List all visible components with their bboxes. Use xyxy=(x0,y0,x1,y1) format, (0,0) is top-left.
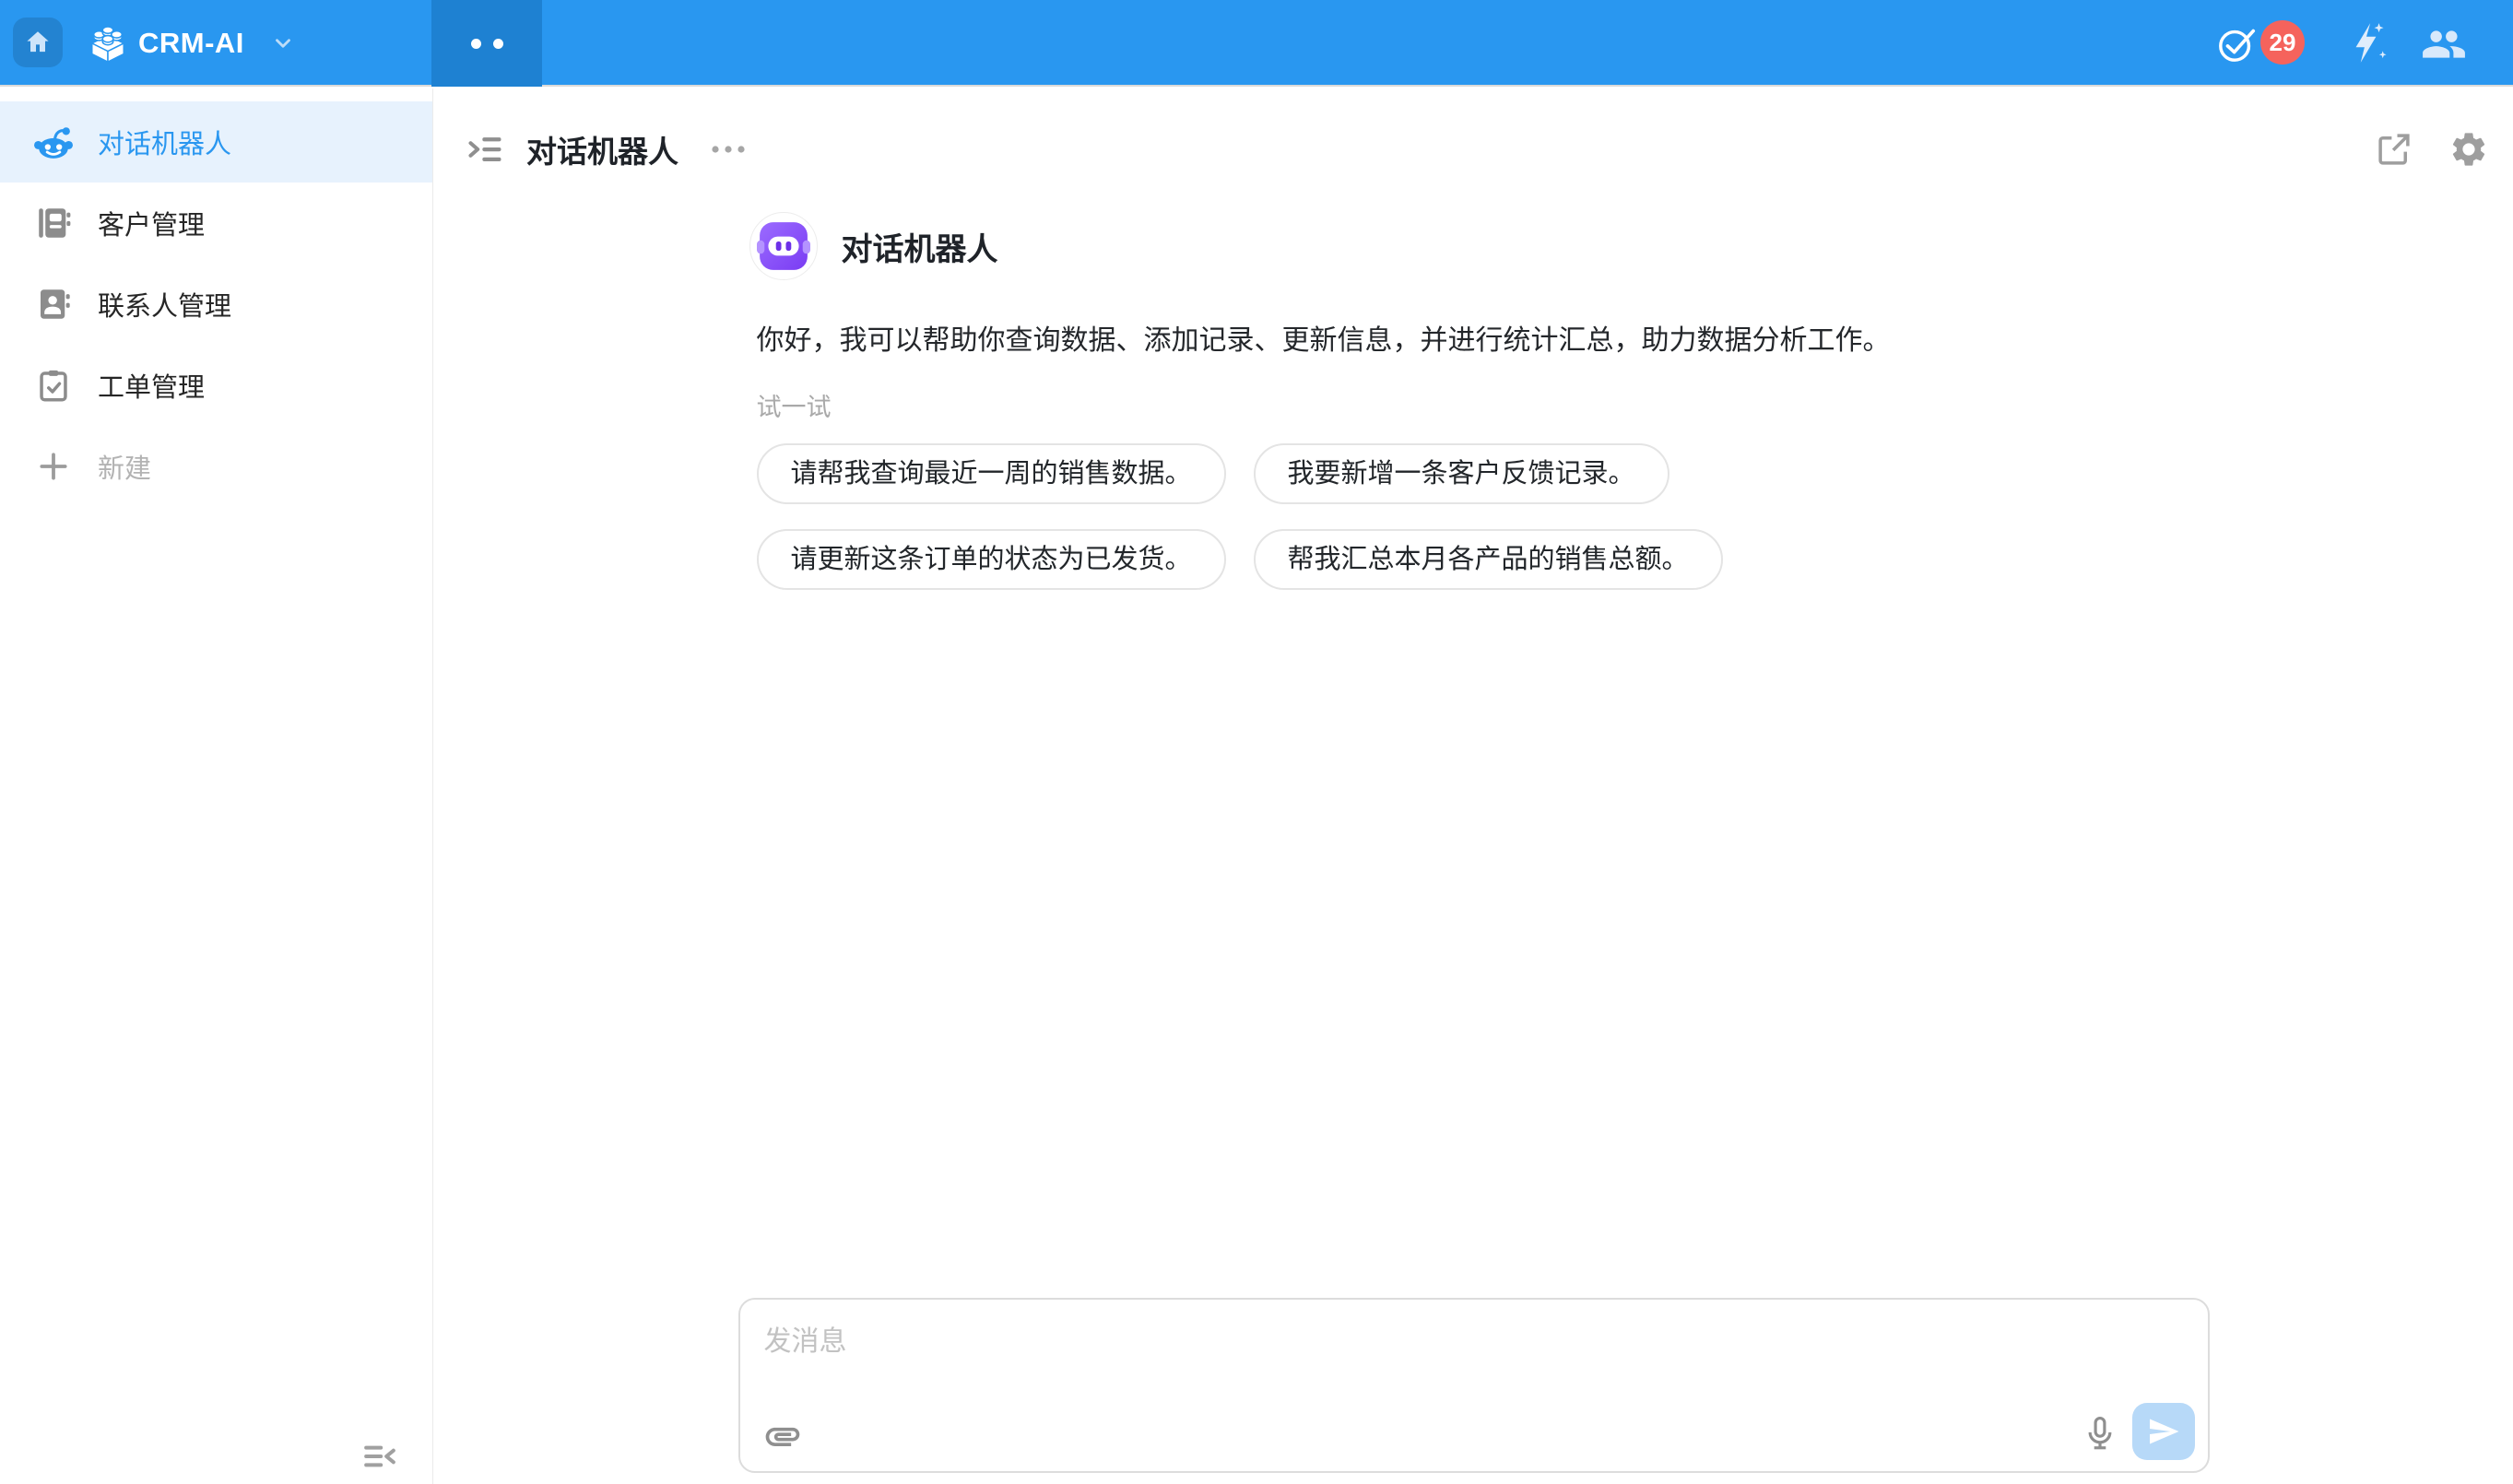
home-icon xyxy=(23,28,53,57)
more-icon[interactable] xyxy=(710,143,747,156)
sidebar-item-label: 对话机器人 xyxy=(98,123,231,161)
outline-list-icon[interactable] xyxy=(466,129,506,170)
suggestion-list: 请帮我查询最近一周的销售数据。 我要新增一条客户反馈记录。 请更新这条订单的状态… xyxy=(738,443,2140,590)
try-label: 试一试 xyxy=(738,387,2210,423)
plus-icon xyxy=(33,446,74,487)
ticket-clipboard-icon xyxy=(33,365,74,406)
microphone-icon[interactable] xyxy=(2081,1410,2119,1456)
bot-avatar xyxy=(749,212,818,280)
automation-flash-icon[interactable] xyxy=(2343,19,2389,65)
sidebar-item-contacts[interactable]: 联系人管理 xyxy=(0,264,432,345)
bot-intro: 对话机器人 xyxy=(738,212,2210,280)
suggestion-pill[interactable]: 请更新这条订单的状态为已发货。 xyxy=(757,529,1226,590)
sidebar-item-customers[interactable]: 客户管理 xyxy=(0,183,432,264)
suggestion-pill[interactable]: 请帮我查询最近一周的销售数据。 xyxy=(757,443,1226,504)
collapse-sidebar-icon[interactable] xyxy=(357,1438,401,1475)
page-title: 对话机器人 xyxy=(526,127,678,171)
suggestion-pill[interactable]: 我要新增一条客户反馈记录。 xyxy=(1254,443,1669,504)
tasks-check-icon[interactable] xyxy=(2216,22,2259,65)
notification-badge[interactable]: 29 xyxy=(2260,20,2305,65)
app-logo-brick-icon xyxy=(87,22,129,65)
contact-card-icon xyxy=(33,284,74,324)
page-header: 对话机器人 xyxy=(466,120,2489,179)
gear-icon[interactable] xyxy=(2448,129,2489,170)
app-name[interactable]: CRM-AI xyxy=(138,0,244,87)
workspace-tab[interactable] xyxy=(431,0,542,87)
send-button[interactable] xyxy=(2132,1403,2195,1460)
main-panel: 对话机器人 xyxy=(434,88,2513,1484)
sidebar-item-label: 新建 xyxy=(98,447,151,486)
sidebar: 对话机器人 客户管理 联系人管理 xyxy=(0,88,433,1484)
message-input[interactable] xyxy=(764,1318,2055,1397)
sidebar-item-tickets[interactable]: 工单管理 xyxy=(0,345,432,426)
sidebar-item-label: 工单管理 xyxy=(98,366,205,405)
open-in-new-icon[interactable] xyxy=(2375,130,2413,169)
home-button[interactable] xyxy=(13,18,63,67)
chat-area: 对话机器人 你好，我可以帮助你查询数据、添加记录、更新信息，并进行统计汇总，助力… xyxy=(738,212,2210,590)
tab-dot-icon xyxy=(471,39,481,49)
sidebar-item-chatbot[interactable]: 对话机器人 xyxy=(0,101,432,183)
message-composer xyxy=(738,1298,2210,1473)
sidebar-new-button[interactable]: 新建 xyxy=(0,426,432,507)
users-icon[interactable] xyxy=(2421,21,2467,67)
suggestion-pill[interactable]: 帮我汇总本月各产品的销售总额。 xyxy=(1254,529,1723,590)
bot-name: 对话机器人 xyxy=(842,224,998,269)
sidebar-item-label: 联系人管理 xyxy=(98,285,231,324)
customers-book-icon xyxy=(33,203,74,243)
tab-dot-icon xyxy=(493,39,503,49)
send-icon xyxy=(2147,1415,2180,1448)
robot-icon xyxy=(33,122,74,162)
sidebar-item-label: 客户管理 xyxy=(98,204,205,242)
topbar: CRM-AI 29 xyxy=(0,0,2513,87)
chevron-down-icon[interactable] xyxy=(271,31,295,55)
attachment-icon[interactable] xyxy=(761,1416,805,1456)
bot-greeting: 你好，我可以帮助你查询数据、添加记录、更新信息，并进行统计汇总，助力数据分析工作… xyxy=(738,317,2210,358)
